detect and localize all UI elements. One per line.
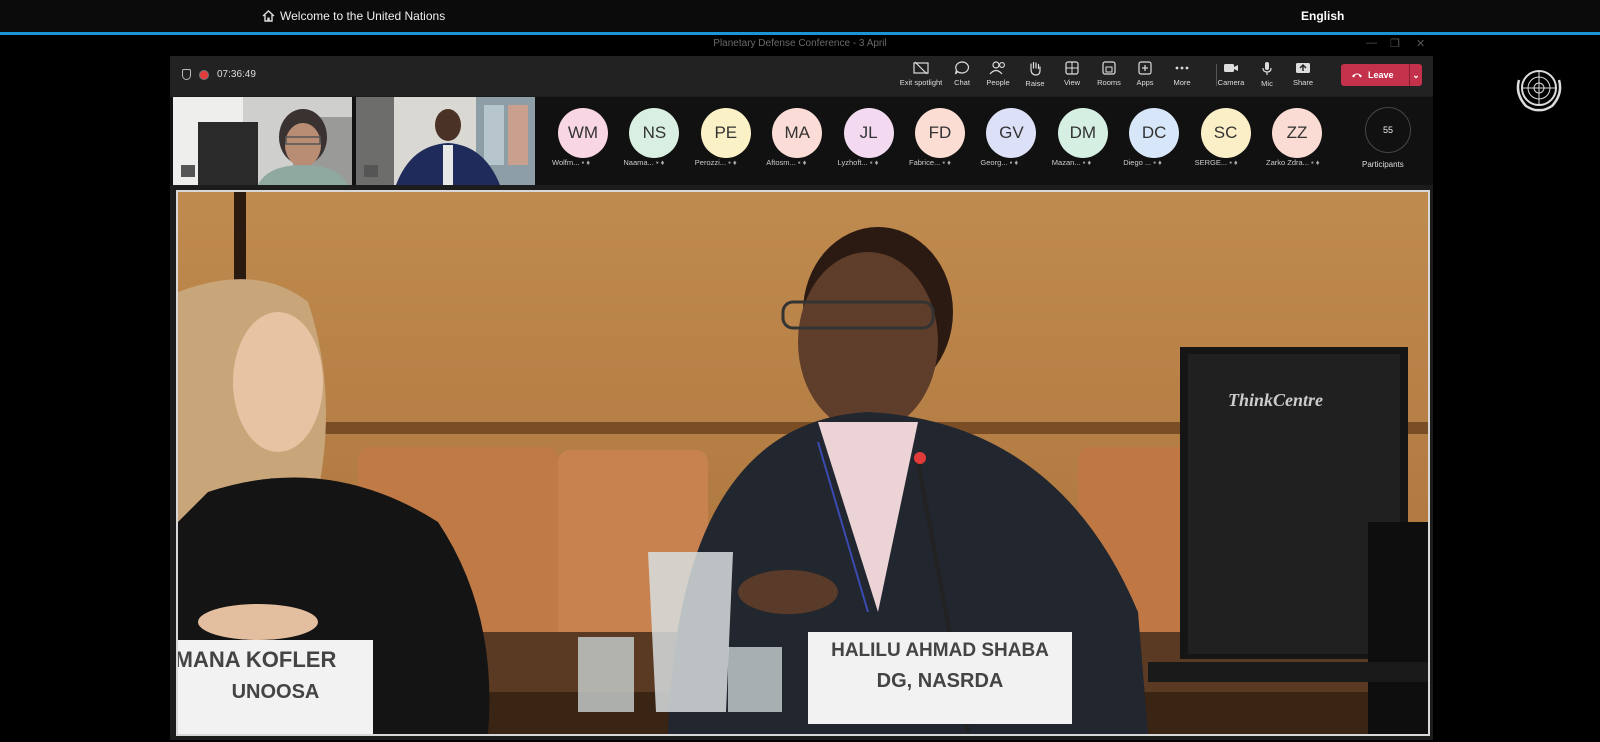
nameplate-right-title: DG, NASRDA	[876, 670, 1004, 692]
participant-name: Aftosm... ▪ ♦	[766, 158, 806, 167]
participant-name: Wolfm... ▪ ♦	[552, 158, 590, 167]
monitor-brand: ThinkCentre	[1228, 390, 1324, 410]
meeting-toolbar: 07:36:49 Exit spotlight Chat People Rais…	[170, 56, 1433, 96]
chevron-down-icon[interactable]: ⌄	[1410, 70, 1422, 81]
participant-name-text: Lyzhoft...	[837, 158, 868, 167]
exit-spotlight-button[interactable]: Exit spotlight	[899, 61, 943, 87]
participants-label: Participants	[1362, 160, 1404, 169]
participant-name: Zarko Zdra... ▪ ♦	[1266, 158, 1320, 167]
participant-name: Diego ... ▪ ♦	[1123, 158, 1162, 167]
apps-plus-icon	[1138, 61, 1152, 75]
camera-icon	[1224, 64, 1238, 72]
hang-up-phone-icon	[1352, 73, 1362, 78]
exit-spotlight-icon	[913, 61, 929, 75]
participant-avatar[interactable]: NS	[629, 108, 680, 158]
camera-mic-status-icon: ▪ ♦	[1308, 158, 1320, 167]
participant-name: Georg... ▪ ♦	[980, 158, 1018, 167]
nameplate-right: HALILU AHMAD SHABA DG, NASRDA	[808, 640, 1072, 693]
participant-name: Perozzi... ▪ ♦	[695, 158, 737, 167]
nameplate-right-name: HALILU AHMAD SHABA	[831, 640, 1049, 661]
participant-name-text: Diego ...	[1123, 158, 1152, 167]
participant-count[interactable]: 55	[1365, 107, 1411, 153]
camera-mic-status-icon: ▪ ♦	[867, 158, 879, 167]
participant-name: Fabrice... ▪ ♦	[909, 158, 951, 167]
camera-mic-status-icon: ▪ ♦	[795, 158, 807, 167]
participant-name-text: SERGE...	[1194, 158, 1228, 167]
more-ellipsis-icon	[1175, 66, 1189, 70]
participant-name: SERGE... ▪ ♦	[1195, 158, 1238, 167]
participant-name-text: Mazan...	[1051, 158, 1081, 167]
participant-name: Naama... ▪ ♦	[623, 158, 664, 167]
video-feed-woman	[173, 97, 352, 185]
meeting-status: 07:36:49	[182, 69, 256, 80]
participant-avatar[interactable]: DC	[1129, 108, 1180, 158]
people-icon	[989, 61, 1005, 75]
camera-mic-status-icon: ▪ ♦	[1227, 158, 1238, 167]
nameplate-left: MANA KOFLER UNOOSA	[178, 647, 373, 704]
camera-mic-status-icon: ▪ ♦	[1151, 158, 1162, 167]
participant-name-text: Fabrice...	[909, 158, 941, 167]
participant-name-text: Wolfm...	[552, 158, 580, 167]
share-button[interactable]: Share	[1281, 61, 1325, 87]
participant-avatar[interactable]: JL	[843, 108, 894, 158]
video-feed-man	[356, 97, 535, 185]
participant-avatar[interactable]: PE	[700, 108, 751, 158]
participant-avatar[interactable]: FD	[915, 108, 965, 158]
exit-spotlight-label: Exit spotlight	[899, 78, 943, 87]
participant-avatar[interactable]: WM	[558, 108, 608, 158]
participant-name: Mazan... ▪ ♦	[1052, 158, 1091, 167]
participant-name-text: Perozzi...	[694, 158, 727, 167]
participant-avatar[interactable]: SC	[1200, 108, 1251, 158]
leave-main[interactable]: Leave	[1341, 70, 1409, 80]
view-grid-icon	[1065, 61, 1079, 75]
elapsed-time: 07:36:49	[217, 69, 256, 80]
more-button[interactable]: More	[1160, 61, 1204, 87]
restore-icon[interactable]: ❐	[1390, 37, 1400, 50]
minimize-icon[interactable]: —	[1366, 37, 1377, 49]
participant-avatar[interactable]: GV	[986, 108, 1037, 158]
close-icon[interactable]: ✕	[1416, 37, 1425, 50]
site-top-bar: Welcome to the United Nations English	[0, 0, 1600, 32]
rooms-icon	[1102, 61, 1116, 75]
participant-name: Lyzhoft... ▪ ♦	[838, 158, 879, 167]
accent-divider	[0, 32, 1600, 35]
video-tile-woman[interactable]	[173, 97, 352, 185]
camera-mic-status-icon: ▪ ♦	[579, 158, 591, 167]
camera-mic-status-icon: ▪ ♦	[653, 158, 665, 167]
camera-mic-status-icon: ▪ ♦	[1080, 158, 1092, 167]
window-title: Planetary Defense Conference - 3 April	[713, 38, 887, 49]
welcome-link[interactable]: Welcome to the United Nations	[262, 9, 445, 23]
home-icon	[262, 10, 275, 22]
participant-name-text: Aftosm...	[766, 158, 796, 167]
participant-avatar[interactable]: MA	[772, 108, 823, 158]
share-label: Share	[1292, 78, 1313, 87]
nameplate-left-name: MANA KOFLER	[176, 647, 337, 672]
participant-name-text: Zarko Zdra...	[1266, 158, 1309, 167]
participant-avatar[interactable]: ZZ	[1272, 108, 1322, 158]
spotlight-video: ThinkCentre MANA KOFLER UNOOSA HALILU AH…	[176, 190, 1430, 736]
welcome-text: Welcome to the United Nations	[280, 9, 446, 23]
share-screen-icon	[1296, 63, 1310, 73]
more-label: More	[1173, 78, 1191, 87]
leave-label: Leave	[1368, 70, 1394, 80]
chat-icon	[954, 61, 970, 75]
language-selector[interactable]: English	[1301, 9, 1344, 23]
participant-name-text: Naama...	[623, 158, 654, 167]
un-emblem-logo	[1516, 70, 1562, 112]
shield-icon	[182, 69, 191, 80]
video-tile-man[interactable]	[356, 97, 535, 185]
camera-mic-status-icon: ▪ ♦	[726, 158, 737, 167]
raise-hand-icon	[1030, 61, 1041, 76]
leave-button[interactable]: Leave ⌄	[1341, 64, 1422, 86]
camera-mic-status-icon: ▪ ♦	[940, 158, 951, 167]
participant-name-text: Georg...	[980, 158, 1008, 167]
participant-gallery: WM Wolfm... ▪ ♦ NS Naama... ▪ ♦ PE Perozzi...…	[170, 97, 1433, 185]
nameplate-left-org: UNOOSA	[231, 681, 320, 703]
camera-mic-status-icon: ▪ ♦	[1007, 158, 1019, 167]
participant-avatar[interactable]: DM	[1057, 108, 1108, 158]
recording-icon	[199, 69, 209, 80]
microphone-icon	[1262, 62, 1272, 75]
